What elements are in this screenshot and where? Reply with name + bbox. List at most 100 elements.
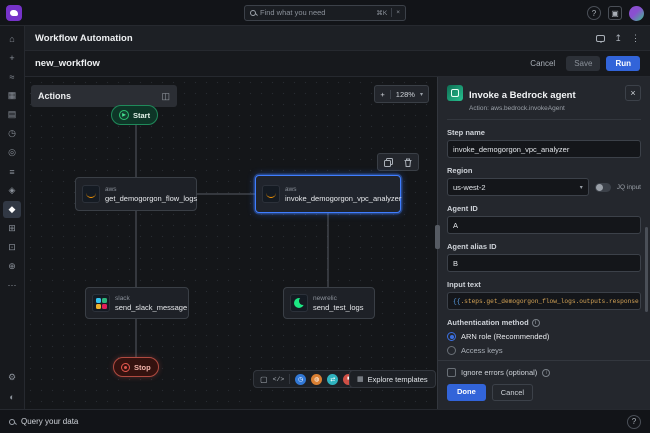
- sidebar-workflow-automation-icon[interactable]: ◆: [3, 201, 21, 218]
- divider: [390, 90, 391, 99]
- node-start[interactable]: ▶ Start: [111, 105, 158, 125]
- sidebar-new-icon[interactable]: +: [3, 49, 21, 66]
- zoom-level[interactable]: 128%: [396, 90, 415, 99]
- workflow-name: new_workflow: [35, 58, 100, 69]
- auth-option-access-keys[interactable]: Access keys: [447, 346, 641, 355]
- sidebar-monitors-icon[interactable]: ◷: [3, 125, 21, 142]
- info-icon[interactable]: i: [532, 319, 540, 327]
- done-button[interactable]: Done: [447, 384, 486, 401]
- shortcut-hint: ⌘K: [376, 9, 387, 17]
- run-button[interactable]: Run: [606, 56, 640, 71]
- panel-scrollbar[interactable]: [645, 227, 648, 312]
- sidebar-settings-icon[interactable]: ⚙: [3, 369, 21, 386]
- region-row: us-west-2 ▾ JQ input: [447, 178, 641, 196]
- apps-trigger-icon[interactable]: ◍: [311, 374, 322, 385]
- schedule-trigger-icon[interactable]: ◷: [295, 374, 306, 385]
- jq-input-label: JQ input: [617, 184, 641, 191]
- node-send-test-logs[interactable]: newrelic send_test_logs: [283, 287, 375, 319]
- input-text-input[interactable]: {{ .steps.get_demogorgon_flow_logs.outpu…: [447, 292, 641, 310]
- share-icon[interactable]: ↥: [614, 33, 622, 44]
- node-service: newrelic: [313, 295, 363, 303]
- node-invoke-demogorgon-vpc-analyzer[interactable]: aws invoke_demogorgon_vpc_analyzer: [255, 175, 401, 213]
- jq-input-toggle[interactable]: [595, 183, 611, 192]
- sidebar-synthetics-icon[interactable]: ⊡: [3, 239, 21, 256]
- stop-node-label: Stop: [134, 363, 151, 372]
- actions-panel-header[interactable]: Actions ◫: [31, 85, 177, 107]
- ignore-errors-checkbox[interactable]: Ignore errors (optional) i: [447, 368, 641, 377]
- help-icon[interactable]: ?: [627, 415, 641, 429]
- sidebar-metrics-icon[interactable]: ≈: [3, 68, 21, 85]
- sidebar-infrastructure-icon[interactable]: ▤: [3, 106, 21, 123]
- global-search-input[interactable]: Find what you need ⌘K ×: [244, 5, 406, 21]
- explore-templates-button[interactable]: ▦ Explore templates: [349, 370, 436, 388]
- panel-buttons: Done Cancel: [447, 384, 641, 401]
- bedrock-agent-icon: [447, 85, 463, 101]
- workflow-actions: Cancel Save Run: [525, 56, 640, 71]
- agent-id-input[interactable]: A: [447, 216, 641, 234]
- grid-icon: ▦: [357, 375, 364, 383]
- collapse-panel-icon[interactable]: ◫: [161, 91, 170, 102]
- updates-icon[interactable]: ▣: [608, 6, 622, 20]
- query-your-data-label[interactable]: Query your data: [21, 417, 78, 426]
- sidebar-security-icon[interactable]: ◈: [3, 182, 21, 199]
- help-icon[interactable]: ?: [587, 6, 601, 20]
- sidebar-logs-icon[interactable]: ≡: [3, 163, 21, 180]
- panel-resize-handle[interactable]: [435, 225, 440, 249]
- node-service: slack: [115, 295, 187, 303]
- agent-alias-id-input[interactable]: B: [447, 254, 641, 272]
- auth-option-arn-role[interactable]: ARN role (Recommended): [447, 332, 641, 341]
- chevron-down-icon[interactable]: ▾: [420, 91, 423, 98]
- node-title: send_test_logs: [313, 303, 363, 312]
- start-node-label: Start: [133, 111, 150, 120]
- sidebar-apm-icon[interactable]: ◎: [3, 144, 21, 161]
- sidebar-dashboards-icon[interactable]: ▦: [3, 87, 21, 104]
- node-stop[interactable]: Stop: [113, 357, 159, 377]
- actions-panel-label: Actions: [38, 91, 71, 101]
- user-avatar[interactable]: [629, 6, 644, 21]
- newrelic-icon: [290, 294, 308, 312]
- sidebar-home-icon[interactable]: ⌂: [3, 30, 21, 47]
- datadog-logo-icon[interactable]: [6, 5, 22, 21]
- delete-node-icon[interactable]: [398, 154, 418, 170]
- chevron-down-icon: ▾: [580, 184, 583, 191]
- node-title: invoke_demogorgon_vpc_analyzer: [285, 194, 401, 203]
- node-mini-toolbar: [377, 153, 419, 171]
- cancel-button[interactable]: Cancel: [525, 56, 560, 71]
- more-options-icon[interactable]: ⋮: [631, 33, 640, 44]
- info-icon[interactable]: i: [542, 369, 550, 377]
- node-send-slack-message[interactable]: slack send_slack_message: [85, 287, 189, 319]
- step-name-label: Step name: [447, 128, 641, 137]
- panel-header: Invoke a Bedrock agent Action: aws.bedro…: [447, 85, 641, 120]
- sidebar-more-icon[interactable]: ⋯: [3, 277, 21, 294]
- stop-icon: [121, 363, 130, 372]
- feedback-icon[interactable]: [596, 35, 605, 42]
- canvas-toolbar: ▢ </> ◷ ◍ ⇄ ■: [253, 370, 361, 388]
- region-select[interactable]: us-west-2 ▾: [447, 178, 589, 196]
- bottom-query-bar: Query your data ?: [0, 409, 650, 433]
- topbar-actions: ? ▣: [587, 0, 644, 26]
- step-config-panel: Invoke a Bedrock agent Action: aws.bedro…: [437, 77, 650, 409]
- sidebar-integrations-icon[interactable]: ⊕: [3, 258, 21, 275]
- panel-footer: Ignore errors (optional) i Done Cancel: [438, 360, 650, 409]
- close-icon[interactable]: ×: [625, 85, 641, 101]
- workflow-edges: [25, 77, 437, 409]
- duplicate-node-icon[interactable]: [378, 154, 398, 170]
- search-icon: [250, 10, 256, 16]
- input-text-label: Input text: [447, 280, 641, 289]
- node-get-demogorgon-flow-logs[interactable]: aws get_demogorgon_flow_logs: [75, 177, 197, 211]
- panel-cancel-button[interactable]: Cancel: [492, 384, 533, 401]
- select-tool-icon[interactable]: ▢: [260, 375, 268, 384]
- zoom-in-icon[interactable]: +: [380, 90, 384, 99]
- app-header: Workflow Automation ↥ ⋮: [25, 26, 650, 51]
- divider: [391, 8, 392, 17]
- search-placeholder: Find what you need: [260, 8, 372, 17]
- clear-search-icon[interactable]: ×: [396, 9, 400, 16]
- sidebar-theme-icon[interactable]: ◐: [3, 388, 21, 405]
- step-name-input[interactable]: invoke_demogorgon_vpc_analyzer: [447, 140, 641, 158]
- panel-title: Invoke a Bedrock agent: [469, 90, 576, 101]
- branch-step-icon[interactable]: ⇄: [327, 374, 338, 385]
- sidebar-ci-cd-icon[interactable]: ⊞: [3, 220, 21, 237]
- workflow-canvas[interactable]: Actions ◫ + 128% ▾ ▶ Start aws get_demog…: [25, 77, 437, 409]
- code-view-icon[interactable]: </>: [273, 376, 285, 383]
- save-button[interactable]: Save: [566, 56, 600, 71]
